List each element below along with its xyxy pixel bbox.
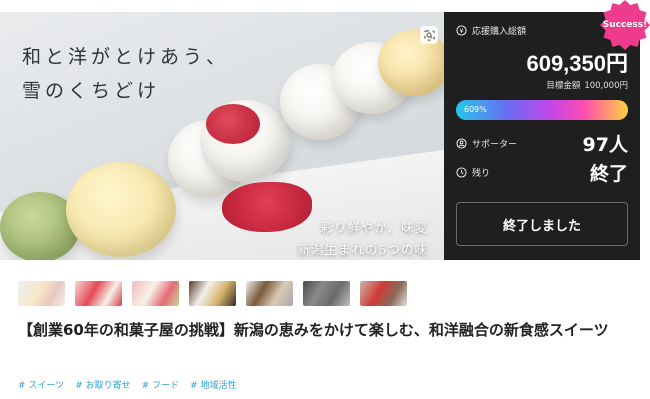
total-amount: 609,350円 xyxy=(526,51,628,76)
strawberry-jam xyxy=(206,104,260,144)
total-label: 応援購入総額 xyxy=(472,27,527,37)
tag-link[interactable]: # スイーツ xyxy=(18,378,64,391)
remaining-label: 残り xyxy=(472,169,491,179)
remaining-label-row: 残り xyxy=(456,166,490,179)
hero-sub-line1: 彩り鮮やか、味変 xyxy=(320,220,428,235)
tag-link[interactable]: # フード xyxy=(142,378,179,391)
supporters-label: サポーター xyxy=(472,140,518,150)
ended-button[interactable]: 終了しました xyxy=(456,202,628,246)
project-page: 和と洋がとけあう、 雪のくちどけ 彩り鮮やか、味変 新潟生まれの5つの味 ¥ 応… xyxy=(0,0,650,399)
thumbnail[interactable] xyxy=(18,281,65,306)
zoom-icon xyxy=(423,29,435,41)
thumbnail[interactable] xyxy=(189,281,236,306)
hero-subtitle: 彩り鮮やか、味変 新潟生まれの5つの味 xyxy=(298,217,428,260)
user-icon xyxy=(456,138,467,149)
project-title: 【創業60年の和菓子屋の挑戦】新潟の恵みをかけて楽しむ、和洋融合の新食感スイーツ xyxy=(18,321,609,339)
hero-title: 和と洋がとけあう、 雪のくちどけ xyxy=(22,40,229,108)
tag-link[interactable]: # 地域活性 xyxy=(190,378,236,391)
funding-panel: ¥ 応援購入総額 609,350円 目標金額 100,000円 609% サポータ… xyxy=(444,12,640,260)
goal-value: 100,000円 xyxy=(584,81,628,91)
thumbnail[interactable] xyxy=(132,281,179,306)
total-label-row: ¥ 応援購入総額 xyxy=(456,24,526,37)
supporters-label-row: サポーター xyxy=(456,137,517,150)
zoom-button[interactable] xyxy=(420,26,438,44)
yen-icon: ¥ xyxy=(456,25,467,36)
thumbnail[interactable] xyxy=(360,281,407,306)
thumbnail[interactable] xyxy=(75,281,122,306)
hero-title-line1: 和と洋がとけあう、 xyxy=(22,46,230,68)
hero-sub-line2: 新潟生まれの5つの味 xyxy=(297,242,428,257)
svg-text:¥: ¥ xyxy=(459,27,463,35)
tag-list: # スイーツ # お取り寄せ # フード # 地域活性 xyxy=(18,378,236,391)
hero-image[interactable]: 和と洋がとけあう、 雪のくちどけ 彩り鮮やか、味変 新潟生まれの5つの味 xyxy=(0,12,444,260)
yellow-mochi xyxy=(66,162,176,257)
clock-icon xyxy=(456,167,467,178)
goal-amount: 目標金額 100,000円 xyxy=(546,79,628,91)
progress-text: 609% xyxy=(464,105,487,114)
hero-title-line2: 雪のくちどけ xyxy=(22,80,161,102)
goal-label: 目標金額 xyxy=(546,81,581,91)
tag-link[interactable]: # お取り寄せ xyxy=(75,378,130,391)
thumbnail-strip xyxy=(18,281,407,306)
progress-bar: 609% xyxy=(456,100,628,120)
thumbnail[interactable] xyxy=(303,281,350,306)
remaining-value: 終了 xyxy=(589,163,628,185)
thumbnail[interactable] xyxy=(246,281,293,306)
supporters-value: 97人 xyxy=(582,134,628,156)
